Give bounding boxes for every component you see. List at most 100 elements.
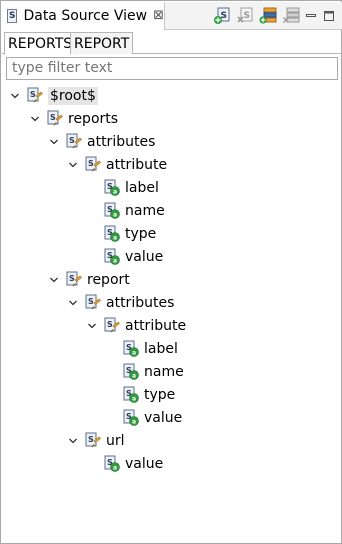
- schema-attribute-icon: Sa: [123, 386, 139, 403]
- maximize-icon: [324, 11, 334, 21]
- tree-leaf-label[interactable]: Sa label: [122, 338, 178, 360]
- tree-node-reports[interactable]: S reports: [29, 108, 118, 130]
- tree-leaf-label[interactable]: Sa label: [103, 177, 159, 199]
- tree-node-root[interactable]: S $root$: [9, 85, 98, 107]
- tree-leaf-name[interactable]: Sa name: [122, 361, 184, 383]
- svg-text:a: a: [113, 465, 117, 472]
- tab-report[interactable]: REPORT: [70, 32, 134, 54]
- collapse-chevron-icon[interactable]: [67, 435, 79, 447]
- add-node-icon: [258, 7, 276, 24]
- tree-node-attributes[interactable]: S attributes: [67, 292, 174, 314]
- tree-node-attributes[interactable]: S attributes: [48, 131, 155, 153]
- svg-text:a: a: [132, 419, 136, 426]
- svg-text:a: a: [132, 396, 136, 403]
- tree-node-label: report: [87, 272, 130, 288]
- svg-text:S: S: [88, 159, 94, 168]
- tree-node-label: $root$: [48, 87, 98, 105]
- schema-attribute-icon: Sa: [123, 363, 139, 380]
- tree-leaf-name[interactable]: Sa name: [103, 200, 165, 222]
- collapse-chevron-icon[interactable]: [9, 90, 21, 102]
- schema-attribute-icon: Sa: [104, 455, 120, 472]
- tree-node-url[interactable]: S url: [67, 430, 125, 452]
- svg-text:a: a: [132, 373, 136, 380]
- svg-text:a: a: [113, 235, 117, 242]
- remove-node-icon: [282, 7, 299, 23]
- filter-field[interactable]: [6, 57, 338, 80]
- tree-node-label: attributes: [106, 295, 175, 311]
- schema-element-icon: S: [66, 271, 82, 287]
- tree-node-label: url: [106, 433, 125, 449]
- tree-node-label: attribute: [106, 157, 168, 173]
- collapse-chevron-icon[interactable]: [67, 159, 79, 171]
- schema-element-icon: S: [85, 156, 101, 172]
- schema-attribute-icon: Sa: [104, 179, 120, 196]
- tree-node-label: label: [144, 341, 178, 357]
- report-tabs: REPORTS REPORT: [2, 31, 342, 55]
- svg-text:S: S: [69, 274, 75, 283]
- schema-element-icon: S: [104, 317, 120, 333]
- svg-text:S: S: [243, 11, 249, 21]
- view-tab[interactable]: S Data Source View ⊠: [2, 2, 165, 30]
- tree-node-attribute[interactable]: S attribute: [67, 154, 167, 176]
- tree-node-label: value: [144, 410, 183, 426]
- svg-text:S: S: [107, 320, 113, 329]
- minimize-icon: [306, 14, 316, 17]
- svg-text:S: S: [88, 435, 94, 444]
- svg-text:a: a: [113, 212, 117, 219]
- collapse-chevron-icon[interactable]: [67, 297, 79, 309]
- schema-element-icon: S: [66, 133, 82, 149]
- tree-leaf-value[interactable]: Sa value: [122, 407, 182, 429]
- tree-node-label: attribute: [125, 318, 187, 334]
- data-source-view-panel: S Data Source View ⊠ S S REPORTS REPORT …: [0, 0, 342, 544]
- schema-element-icon: S: [27, 87, 43, 103]
- collapse-chevron-icon[interactable]: [48, 274, 60, 286]
- schema-attribute-icon: Sa: [104, 202, 120, 219]
- tree-leaf-value[interactable]: Sa value: [103, 246, 163, 268]
- tree-node-label: value: [125, 249, 164, 265]
- tree-node-attribute[interactable]: S attribute: [86, 315, 186, 337]
- tree-node-report[interactable]: S report: [48, 269, 130, 291]
- add-schema-icon: S: [213, 7, 229, 24]
- tree-node-label: value: [125, 456, 164, 472]
- tree-node-label: label: [125, 180, 159, 196]
- view-title: Data Source View: [23, 8, 148, 24]
- collapse-chevron-icon[interactable]: [29, 113, 41, 125]
- svg-text:a: a: [113, 189, 117, 196]
- svg-text:S: S: [88, 297, 94, 306]
- tree-node-label: type: [144, 387, 176, 403]
- tree-node-label: type: [125, 226, 157, 242]
- svg-text:a: a: [132, 350, 136, 357]
- add-schema-button[interactable]: S: [212, 7, 231, 25]
- tree-node-label: attributes: [87, 134, 156, 150]
- svg-text:a: a: [113, 258, 117, 265]
- remove-node-button[interactable]: [281, 7, 300, 25]
- schema-element-icon: S: [85, 294, 101, 310]
- svg-text:S: S: [30, 90, 36, 99]
- tree-leaf-type[interactable]: Sa type: [122, 384, 175, 406]
- schema-element-icon: S: [47, 110, 63, 126]
- schema-attribute-icon: Sa: [123, 409, 139, 426]
- add-node-button[interactable]: [258, 7, 277, 25]
- remove-schema-icon: S: [236, 7, 252, 23]
- maximize-button[interactable]: [322, 7, 336, 25]
- tree-node-label: name: [144, 364, 184, 380]
- filter-input[interactable]: [12, 60, 332, 76]
- minimize-button[interactable]: [304, 7, 318, 25]
- schema-attribute-icon: Sa: [123, 340, 139, 357]
- tree-node-label: reports: [68, 111, 119, 127]
- collapse-chevron-icon[interactable]: [86, 320, 98, 332]
- tree-leaf-value[interactable]: Sa value: [103, 453, 163, 475]
- schema-attribute-icon: Sa: [104, 248, 120, 265]
- schema-element-icon: S: [85, 432, 101, 448]
- view-title-bar: S Data Source View ⊠ S S: [2, 2, 342, 30]
- view-toolbar: S S: [212, 7, 336, 25]
- tab-reports[interactable]: REPORTS: [4, 32, 77, 55]
- svg-text:S: S: [69, 136, 75, 145]
- svg-text:S: S: [50, 113, 56, 122]
- collapse-chevron-icon[interactable]: [48, 136, 60, 148]
- data-source-view-icon: S: [7, 9, 18, 23]
- tree-node-label: name: [125, 203, 165, 219]
- remove-schema-button[interactable]: S: [235, 7, 254, 25]
- close-view-icon[interactable]: ⊠: [153, 9, 164, 23]
- tree-leaf-type[interactable]: Sa type: [103, 223, 156, 245]
